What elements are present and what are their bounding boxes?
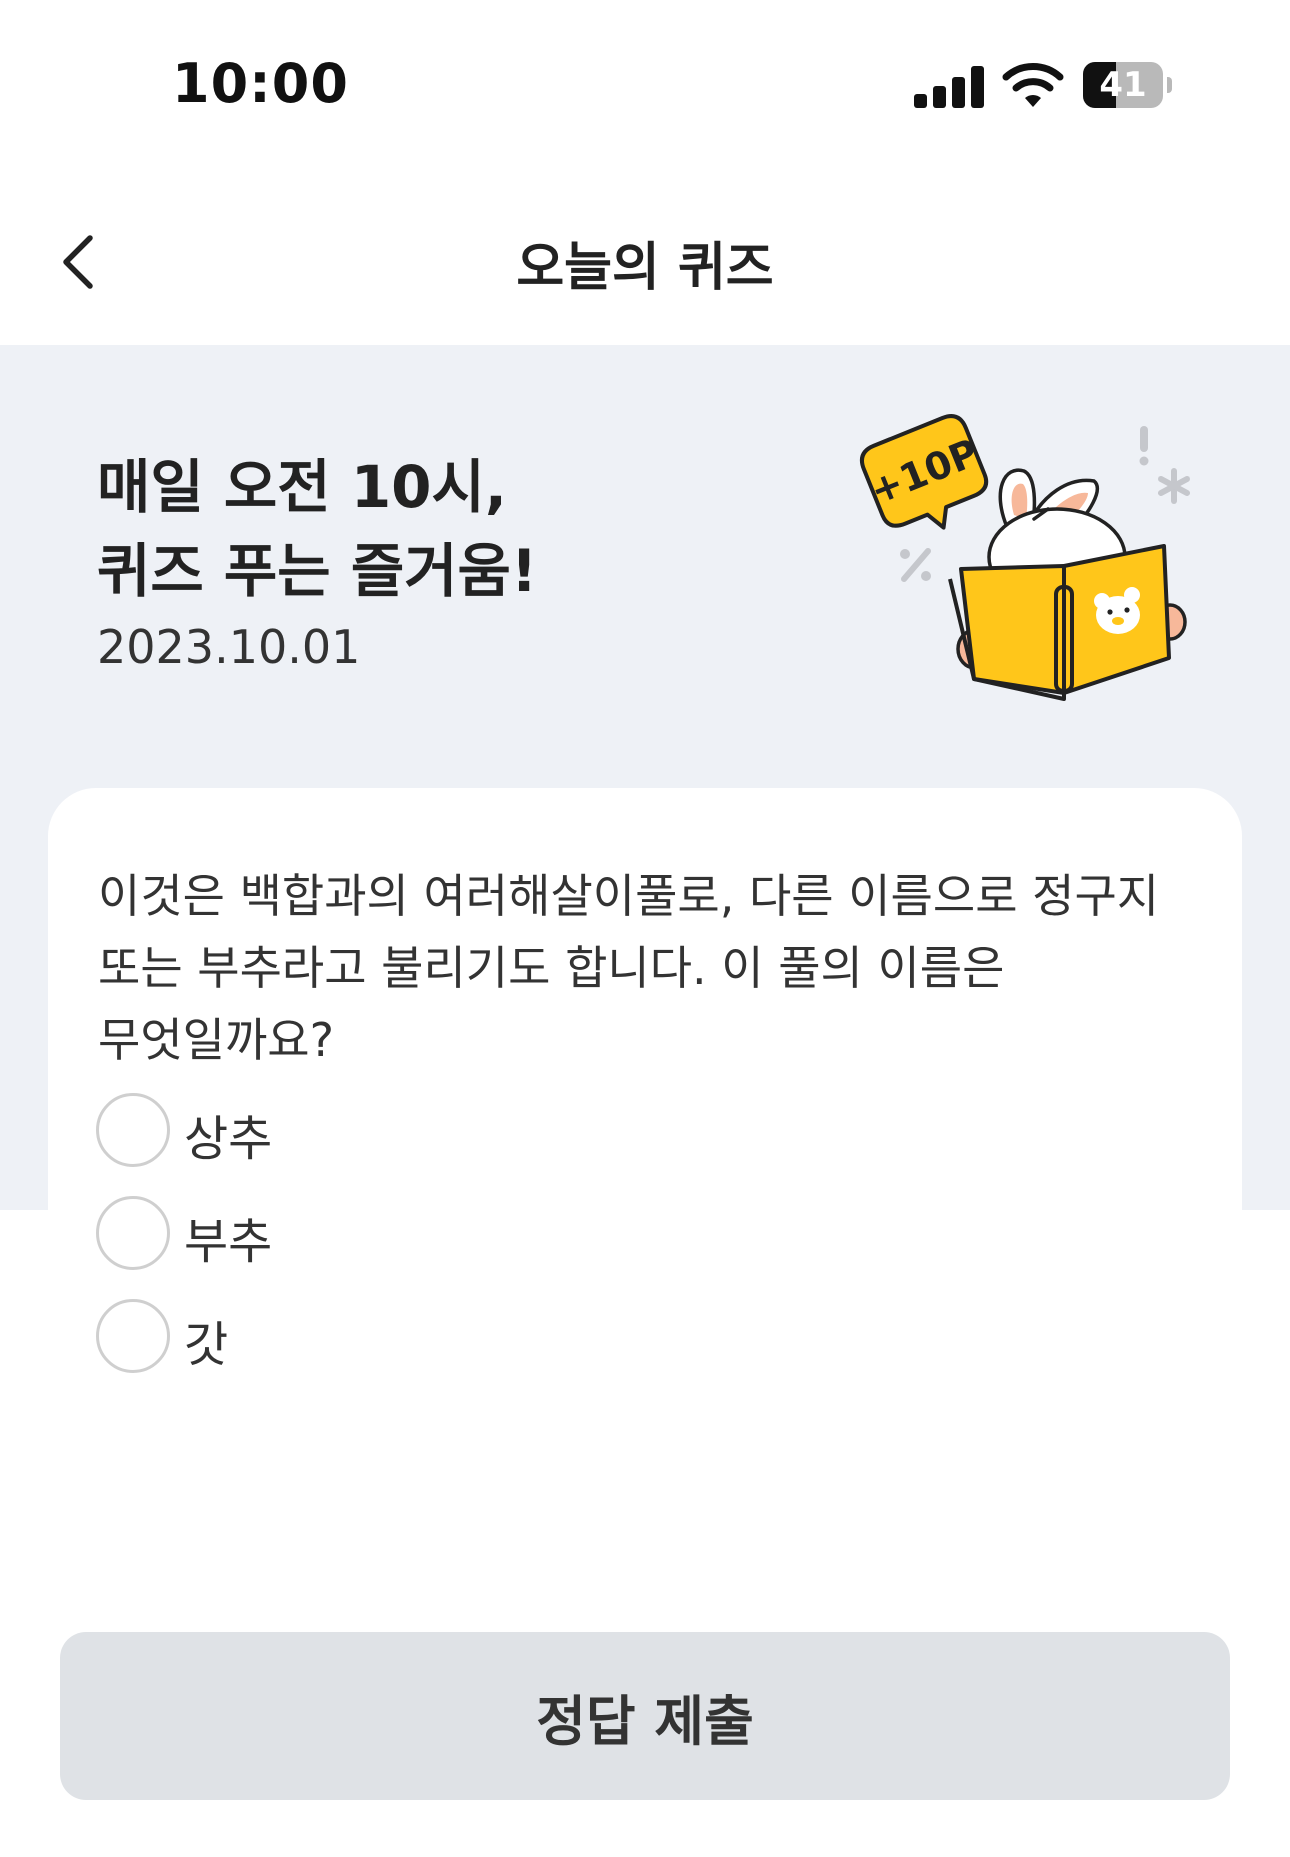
quiz-question: 이것은 백합과의 여러해살이풀로, 다른 이름으로 정구지 또는 부추라고 불리… [98,869,1160,1067]
page-title: 오늘의 퀴즈 [516,238,774,298]
status-time: 10:00 [172,52,349,115]
answer-option-label: 갓 [184,1317,229,1373]
hero-title-line-2: 퀴즈 푸는 즐거움! [97,537,538,605]
percent-icon [900,548,931,582]
battery-level: 41 [1099,65,1147,105]
radio-button[interactable] [96,1196,170,1270]
character-reading-book-illustration: +10P [859,414,1190,701]
hero-title-line-1: 매일 오전 10시, [97,453,507,521]
hero-title: 매일 오전 10시, 퀴즈 푸는 즐거움! [97,445,537,613]
wifi-icon [1002,63,1064,107]
answer-option-2[interactable]: 부추 [96,1196,496,1270]
asterisk-icon [1158,468,1190,504]
answer-option-label: 상추 [184,1111,273,1167]
answer-option-3[interactable]: 갓 [96,1299,496,1373]
status-bar: 10:00 41 [0,0,1290,180]
quiz-date: 2023.10.01 [97,620,361,674]
submit-answer-button[interactable]: 정답 제출 [60,1632,1230,1800]
points-badge: +10P [859,414,989,530]
radio-button[interactable] [96,1299,170,1373]
cellular-signal-icon [914,64,984,108]
radio-button[interactable] [96,1093,170,1167]
exclamation-icon [1139,426,1149,466]
navigation-bar: 오늘의 퀴즈 [0,180,1290,345]
answer-option-1[interactable]: 상추 [96,1093,496,1167]
battery-icon: 41 [1083,62,1172,108]
answer-option-label: 부추 [184,1214,273,1270]
